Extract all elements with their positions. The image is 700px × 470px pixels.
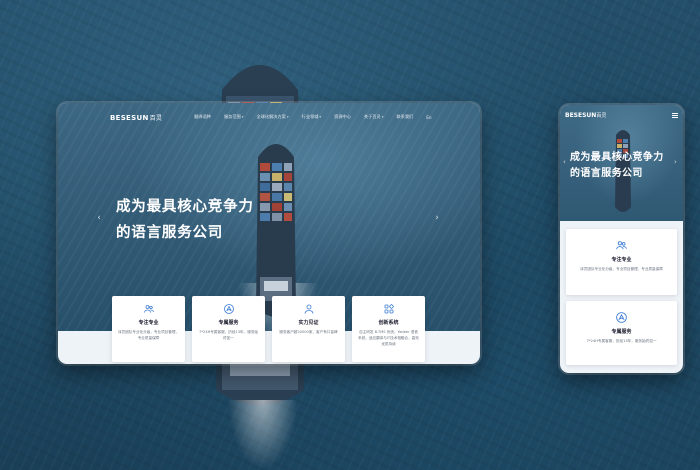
- mobile-carousel-prev-arrow-icon[interactable]: ‹: [563, 158, 566, 166]
- mobile-hero-title-line1: 成为最具核心竞争力: [570, 152, 664, 163]
- mobile-hero-title: 成为最具核心竞争力 的语言服务公司: [570, 150, 664, 182]
- nav-label: 服务范围: [224, 114, 241, 119]
- carousel-prev-arrow-icon[interactable]: ‹: [94, 211, 104, 225]
- card-title: 专属服务: [218, 320, 239, 326]
- nav-label: 关于百灵: [363, 114, 381, 119]
- card-description: 自主研发 B-TMS 系统，Yadeer 语音系统，适应翻译与IT技术相融合，高…: [358, 330, 419, 346]
- chevron-down-icon: ▾: [319, 115, 322, 119]
- card-description: 服务客户超20000家，客户有口皆碑: [279, 330, 338, 334]
- chevron-down-icon: ▾: [286, 115, 289, 119]
- nav-label: 联系我们: [396, 114, 414, 119]
- mobile-carousel-next-arrow-icon[interactable]: ›: [674, 158, 677, 166]
- nav-label: 全球化解决方案: [256, 114, 286, 119]
- nav-label: 翻译语种: [194, 114, 211, 119]
- feature-card[interactable]: 创新系统 自主研发 B-TMS 系统，Yadeer 语音系统，适应翻译与IT技术…: [352, 296, 425, 362]
- nav-item-resources[interactable]: 资源中心: [334, 114, 351, 120]
- mobile-nav-bar: BESESUN百灵: [565, 112, 678, 119]
- card-title: 实力见证: [298, 320, 319, 326]
- card-title: 专属服务: [611, 329, 632, 335]
- card-title: 专注专业: [138, 320, 159, 326]
- hamburger-menu-icon[interactable]: [672, 113, 678, 118]
- mobile-logo[interactable]: BESESUN百灵: [565, 112, 606, 119]
- card-title: 专注专业: [611, 257, 632, 263]
- feature-card[interactable]: 专注专业 译员团队专业化分级，专业项目管理，专业质量保障: [112, 296, 185, 362]
- team-icon: [143, 305, 154, 313]
- nav-label: 资源中心: [334, 114, 351, 119]
- ship-wake: [228, 400, 298, 470]
- nav-item-contact[interactable]: 联系我们: [396, 114, 413, 120]
- card-description: 译员团队专业化分级，专业项目管理，专业质量保障: [580, 267, 663, 271]
- mobile-mockup: BESESUN百灵 成为最具核心竞争力 的语言服务公司 ‹ › 专注专业 译员团…: [560, 105, 683, 373]
- nav-item-industries[interactable]: 行业领域 ▾: [302, 114, 322, 120]
- chevron-down-icon: ▾: [241, 115, 244, 119]
- team-icon: [616, 241, 627, 250]
- card-title: 创新系统: [378, 320, 399, 326]
- mobile-hero-title-line2: 的语言服务公司: [570, 168, 643, 179]
- logo-cn: 百灵: [149, 114, 163, 122]
- nav-label: En: [426, 114, 432, 120]
- card-description: 7*24H专属客服，历经13年，服务始终如一: [198, 330, 259, 340]
- card-description: 7*24H专属客服，历经13年，服务始终如一: [586, 339, 657, 343]
- mobile-feature-card[interactable]: 专属服务 7*24H专属客服，历经13年，服务始终如一: [566, 301, 677, 365]
- nav-menu: 翻译语种 服务范围 ▾ 全球化解决方案 ▾ 行业领域 ▾ 资源中心 关于百灵 ▾ 联系我…: [194, 114, 431, 120]
- user-icon: [304, 304, 313, 314]
- hero-title-line1: 成为最具核心竞争力: [116, 199, 254, 215]
- carousel-next-arrow-icon[interactable]: ›: [432, 211, 442, 225]
- hero-title-line2: 的语言服务公司: [116, 225, 224, 241]
- nav-item-solutions[interactable]: 全球化解决方案 ▾: [257, 114, 289, 120]
- logo-brand: BESESUN: [110, 113, 149, 122]
- desktop-logo[interactable]: BESESUN百灵: [110, 113, 162, 122]
- nav-item-language-switch[interactable]: En: [426, 114, 431, 120]
- target-icon: [223, 304, 234, 314]
- nav-item-services[interactable]: 服务范围 ▾: [224, 114, 244, 120]
- desktop-nav-bar: BESESUN百灵 翻译语种 服务范围 ▾ 全球化解决方案 ▾ 行业领域 ▾ 资源中心…: [58, 103, 480, 131]
- nav-item-languages[interactable]: 翻译语种: [194, 114, 211, 120]
- logo-cn: 百灵: [596, 113, 607, 119]
- feature-cards: 专注专业 译员团队专业化分级，专业项目管理，专业质量保障 专属服务 7*24H专…: [112, 296, 425, 362]
- feature-card[interactable]: 专属服务 7*24H专属客服，历经13年，服务始终如一: [192, 296, 265, 362]
- mobile-feature-card[interactable]: 专注专业 译员团队专业化分级，专业项目管理，专业质量保障: [566, 229, 677, 295]
- feature-card[interactable]: 实力见证 服务客户超20000家，客户有口皆碑: [272, 296, 345, 362]
- hero-title: 成为最具核心竞争力 的语言服务公司: [116, 194, 254, 246]
- grid-icon: [384, 304, 394, 314]
- target-icon: [616, 312, 627, 323]
- nav-label: 行业领域: [301, 114, 319, 119]
- mobile-hero-banner: BESESUN百灵 成为最具核心竞争力 的语言服务公司 ‹ ›: [560, 105, 683, 221]
- desktop-mockup: BESESUN百灵 翻译语种 服务范围 ▾ 全球化解决方案 ▾ 行业领域 ▾ 资源中心…: [58, 103, 480, 364]
- nav-item-about[interactable]: 关于百灵 ▾: [364, 114, 384, 120]
- card-description: 译员团队专业化分级，专业项目管理，专业质量保障: [117, 330, 180, 340]
- chevron-down-icon: ▾: [381, 115, 384, 119]
- logo-brand: BESESUN: [565, 112, 597, 119]
